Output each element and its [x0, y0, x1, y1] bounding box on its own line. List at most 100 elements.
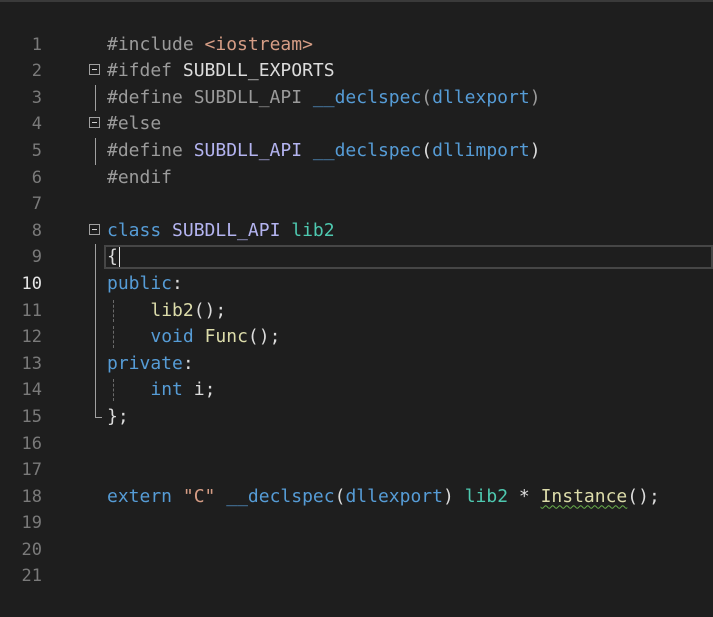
declspec-arg: dllimport — [432, 139, 530, 161]
code-text: int i; — [107, 377, 215, 404]
code-line[interactable]: 13 void Func(); — [0, 324, 713, 374]
fold-toggle[interactable] — [88, 111, 106, 138]
preprocessor-directive: #include — [107, 33, 194, 55]
class-keyword: class — [107, 219, 162, 241]
code-line[interactable]: 6 #define SUBDLL_API __declspec(dllimpor… — [0, 137, 713, 188]
fold-toggle[interactable] — [88, 58, 106, 85]
current-line-highlight — [104, 245, 713, 270]
fold-region-line — [88, 84, 106, 112]
macro-name: SUBDLL_API — [193, 139, 303, 161]
code-line-active[interactable]: 10 { — [0, 244, 713, 294]
code-line[interactable]: 19 extern "C" __declspec(dllexport) lib2… — [0, 484, 713, 534]
open-brace: { — [107, 246, 118, 268]
paren: ) — [529, 86, 541, 108]
preprocessor-directive: #define — [107, 86, 183, 108]
declspec-keyword: __declspec — [312, 139, 422, 161]
code-line[interactable]: 15 int i; — [0, 377, 713, 427]
class-name: lib2 — [291, 219, 335, 241]
code-text: #else — [107, 111, 161, 138]
fold-region-line — [88, 324, 106, 351]
string-literal: "C" — [182, 485, 216, 507]
code-text: extern "C" __declspec(dllexport) lib2 * … — [107, 484, 660, 511]
fold-region-line — [88, 270, 106, 298]
function-name: Func — [204, 326, 248, 348]
close-brace: }; — [107, 405, 129, 427]
function-name-warning[interactable]: Instance — [541, 486, 628, 507]
constructor-name: lib2 — [150, 299, 194, 321]
fold-guide — [95, 84, 96, 112]
macro-name: SUBDLL_API — [172, 219, 281, 241]
code-line[interactable]: 5 #else — [0, 111, 713, 161]
code-line[interactable]: 11 public: — [0, 270, 713, 321]
code-line[interactable]: 3 #ifdef SUBDLL_EXPORTS — [0, 58, 713, 108]
paren: ) — [529, 139, 541, 161]
fold-guide — [95, 137, 96, 165]
extern-keyword: extern — [107, 485, 173, 507]
call-parens: (); — [627, 485, 660, 507]
fold-guide — [95, 377, 96, 404]
fold-guide — [95, 270, 96, 298]
fold-guide-end — [95, 416, 102, 418]
line-number: 21 — [21, 566, 42, 587]
type-keyword: void — [150, 326, 194, 348]
collapse-icon[interactable] — [89, 117, 100, 129]
code-text: #define SUBDLL_API __declspec(dllimport) — [107, 138, 541, 165]
code-text: #include <iostream> — [107, 32, 313, 59]
class-name: lib2 — [464, 485, 509, 507]
include-header: <iostream> — [204, 33, 313, 55]
code-text: { — [107, 244, 120, 271]
paren: ) — [443, 485, 454, 507]
code-line[interactable]: 14 private: — [0, 350, 713, 400]
code-line[interactable]: 17 — [0, 431, 713, 480]
semicolon: ; — [204, 379, 216, 401]
fold-region-line — [88, 244, 106, 271]
code-line[interactable]: 12 lib2(); — [0, 297, 713, 347]
variable-name: i — [193, 379, 205, 401]
fold-guide — [95, 244, 96, 271]
code-line[interactable]: 8 — [0, 191, 713, 241]
code-line[interactable]: 1 — [0, 5, 713, 55]
colon: : — [182, 352, 194, 374]
code-text: lib2(); — [107, 298, 226, 325]
paren: ( — [421, 86, 433, 108]
code-line[interactable]: 18 — [0, 457, 713, 507]
collapse-icon[interactable] — [89, 223, 100, 235]
code-text: class SUBDLL_API lib2 — [107, 218, 335, 245]
code-text: private: — [107, 351, 194, 378]
declspec-keyword: __declspec — [226, 485, 335, 507]
type-keyword: int — [150, 379, 183, 401]
code-line[interactable]: 16 }; — [0, 403, 713, 454]
preprocessor-directive: #ifdef — [107, 60, 173, 82]
fold-region-line — [88, 137, 106, 165]
code-line[interactable]: 20 — [0, 510, 713, 560]
code-line[interactable]: 9 class SUBDLL_API lib2 — [0, 218, 713, 268]
code-text: }; — [107, 404, 129, 431]
preprocessor-directive: #else — [107, 113, 162, 135]
fold-toggle[interactable] — [88, 218, 106, 245]
declspec-arg: dllexport — [432, 86, 530, 108]
collapse-icon[interactable] — [89, 64, 100, 76]
call-parens: (); — [193, 299, 227, 321]
code-text: #endif — [107, 165, 172, 192]
fold-region-line — [88, 297, 106, 325]
text-caret — [118, 247, 120, 268]
declspec-keyword: __declspec — [312, 86, 422, 108]
code-text: public: — [107, 271, 183, 298]
macro-name: SUBDLL_EXPORTS — [182, 60, 335, 82]
access-specifier: private — [107, 352, 183, 374]
code-editor[interactable]: 1 2 #include <iostream> 3 #ifdef SUBDLL_… — [0, 5, 713, 586]
paren: ( — [421, 139, 433, 161]
pointer-star: * — [518, 485, 530, 507]
editor-top-border — [0, 0, 713, 2]
code-line[interactable]: 2 #include <iostream> — [0, 32, 713, 82]
fold-guide — [95, 297, 96, 325]
code-line[interactable]: 7 #endif — [0, 165, 713, 215]
macro-name: SUBDLL_API — [193, 86, 303, 108]
call-parens: (); — [247, 326, 281, 348]
declspec-arg: dllexport — [345, 485, 443, 507]
code-line[interactable]: 4 #define SUBDLL_API __declspec(dllexpor… — [0, 84, 713, 134]
code-line[interactable]: 21 — [0, 537, 713, 586]
access-specifier: public — [107, 272, 173, 294]
preprocessor-directive: #endif — [107, 166, 173, 188]
code-text: #define SUBDLL_API __declspec(dllexport) — [107, 85, 541, 112]
